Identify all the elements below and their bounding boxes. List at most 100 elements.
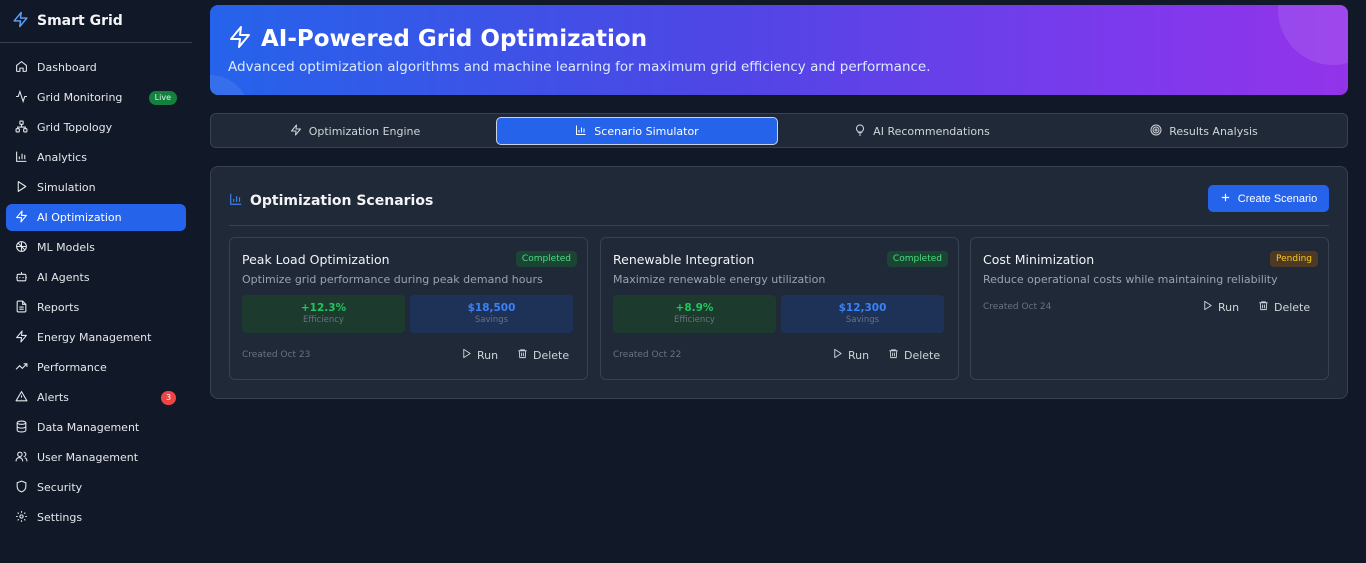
savings-value: $18,500 [467, 302, 516, 314]
sidebar: Smart Grid Dashboard Grid Monitoring Liv… [0, 0, 198, 563]
sidebar-item-label: Reports [37, 301, 80, 314]
page-subtitle: Advanced optimization algorithms and mac… [228, 59, 931, 75]
sidebar-item-reports[interactable]: Reports [6, 294, 186, 321]
divider [229, 225, 1329, 226]
sidebar-item-simulation[interactable]: Simulation [6, 174, 186, 201]
bot-icon [15, 270, 37, 286]
tab-results-analysis[interactable]: Results Analysis [1063, 117, 1345, 145]
status-badge: Completed [515, 251, 577, 267]
hero-banner: AI-Powered Grid Optimization Advanced op… [210, 5, 1348, 95]
shield-icon [15, 480, 37, 496]
delete-button[interactable]: Delete [1258, 300, 1310, 314]
tab-ai-recommendations[interactable]: AI Recommendations [781, 117, 1063, 145]
plus-icon [1220, 192, 1231, 206]
savings-metric: $18,500 Savings [410, 295, 573, 333]
run-button[interactable]: Run [461, 348, 498, 362]
play-icon [15, 180, 37, 196]
tab-optimization-engine[interactable]: Optimization Engine [214, 117, 496, 145]
network-icon [15, 120, 37, 136]
trash-icon [1258, 300, 1269, 314]
trending-up-icon [15, 360, 37, 376]
scenario-description: Maximize renewable energy utilization [613, 273, 826, 286]
alert-triangle-icon [15, 390, 37, 406]
database-icon [15, 420, 37, 436]
sidebar-item-alerts[interactable]: Alerts 3 [6, 384, 186, 411]
bar-chart-icon [575, 124, 587, 139]
target-icon [1150, 124, 1162, 139]
home-icon [15, 60, 37, 76]
activity-icon [15, 89, 37, 106]
sidebar-item-label: Security [37, 481, 83, 494]
sidebar-item-label: AI Optimization [37, 211, 122, 224]
run-button[interactable]: Run [832, 348, 869, 362]
sidebar-item-label: Energy Management [37, 331, 152, 344]
divider [0, 42, 192, 43]
efficiency-label: Efficiency [303, 315, 344, 325]
tab-scenario-simulator[interactable]: Scenario Simulator [496, 117, 778, 145]
panel-header: Optimization Scenarios [229, 191, 433, 210]
sidebar-item-grid-monitoring[interactable]: Grid Monitoring Live [6, 84, 186, 111]
lightbulb-icon [854, 123, 866, 139]
sidebar-item-data-management[interactable]: Data Management [6, 414, 186, 441]
sidebar-item-settings[interactable]: Settings [6, 504, 186, 531]
sidebar-item-label: Analytics [37, 151, 87, 164]
scenarios-panel: Optimization Scenarios Create Scenario P… [210, 166, 1348, 399]
run-label: Run [477, 348, 499, 362]
tab-label: Results Analysis [1169, 124, 1258, 138]
sidebar-item-label: Data Management [37, 421, 140, 434]
play-icon [1202, 300, 1213, 314]
brain-icon [15, 240, 37, 256]
scenario-card-peak-load[interactable]: Peak Load Optimization Completed Optimiz… [229, 237, 588, 380]
efficiency-value: +12.3% [300, 302, 347, 314]
savings-value: $12,300 [838, 302, 887, 314]
tab-bar: Optimization Engine Scenario Simulator A… [210, 113, 1348, 148]
decorative-circle [210, 75, 250, 95]
delete-label: Delete [1274, 300, 1311, 314]
panel-title: Optimization Scenarios [250, 192, 434, 209]
sidebar-item-label: Settings [37, 511, 83, 524]
delete-label: Delete [533, 348, 570, 362]
delete-button[interactable]: Delete [888, 348, 940, 362]
brand-name: Smart Grid [37, 13, 123, 29]
scenario-card-cost-minimization[interactable]: Cost Minimization Pending Reduce operati… [970, 237, 1329, 380]
sidebar-item-ai-optimization[interactable]: AI Optimization [6, 204, 186, 231]
scenario-description: Reduce operational costs while maintaini… [983, 273, 1278, 286]
delete-button[interactable]: Delete [517, 348, 569, 362]
tab-label: AI Recommendations [873, 124, 990, 138]
hero-title-row: AI-Powered Grid Optimization [228, 25, 647, 53]
sidebar-item-performance[interactable]: Performance [6, 354, 186, 381]
scenario-card-renewable[interactable]: Renewable Integration Completed Maximize… [600, 237, 959, 380]
efficiency-label: Efficiency [674, 315, 715, 325]
play-icon [832, 348, 843, 362]
brand[interactable]: Smart Grid [12, 10, 123, 32]
sidebar-item-dashboard[interactable]: Dashboard [6, 54, 186, 81]
run-button[interactable]: Run [1202, 300, 1239, 314]
savings-label: Savings [474, 315, 509, 325]
sidebar-item-security[interactable]: Security [6, 474, 186, 501]
scenario-description: Optimize grid performance during peak de… [242, 273, 543, 286]
scenario-title: Renewable Integration [613, 252, 755, 267]
zap-icon [12, 11, 29, 32]
created-date: Created Oct 24 [983, 302, 1052, 312]
sidebar-item-label: User Management [37, 451, 139, 464]
sidebar-nav: Dashboard Grid Monitoring Live Grid Topo… [6, 54, 186, 534]
sidebar-item-energy-management[interactable]: Energy Management [6, 324, 186, 351]
sidebar-item-ml-models[interactable]: ML Models [6, 234, 186, 261]
decorative-circle [1278, 5, 1348, 65]
sidebar-item-ai-agents[interactable]: AI Agents [6, 264, 186, 291]
page-title: AI-Powered Grid Optimization [261, 26, 648, 52]
sidebar-item-grid-topology[interactable]: Grid Topology [6, 114, 186, 141]
live-badge: Live [148, 91, 177, 105]
sidebar-item-user-management[interactable]: User Management [6, 444, 186, 471]
sidebar-item-analytics[interactable]: Analytics [6, 144, 186, 171]
zap-icon [228, 25, 252, 53]
savings-metric: $12,300 Savings [781, 295, 944, 333]
zap-icon [15, 210, 37, 226]
play-icon [461, 348, 472, 362]
efficiency-value: +8.9% [675, 302, 714, 314]
file-icon [15, 300, 37, 316]
run-label: Run [848, 348, 870, 362]
button-label: Create Scenario [1237, 192, 1318, 205]
create-scenario-button[interactable]: Create Scenario [1208, 185, 1329, 212]
scenario-title: Peak Load Optimization [242, 252, 390, 267]
